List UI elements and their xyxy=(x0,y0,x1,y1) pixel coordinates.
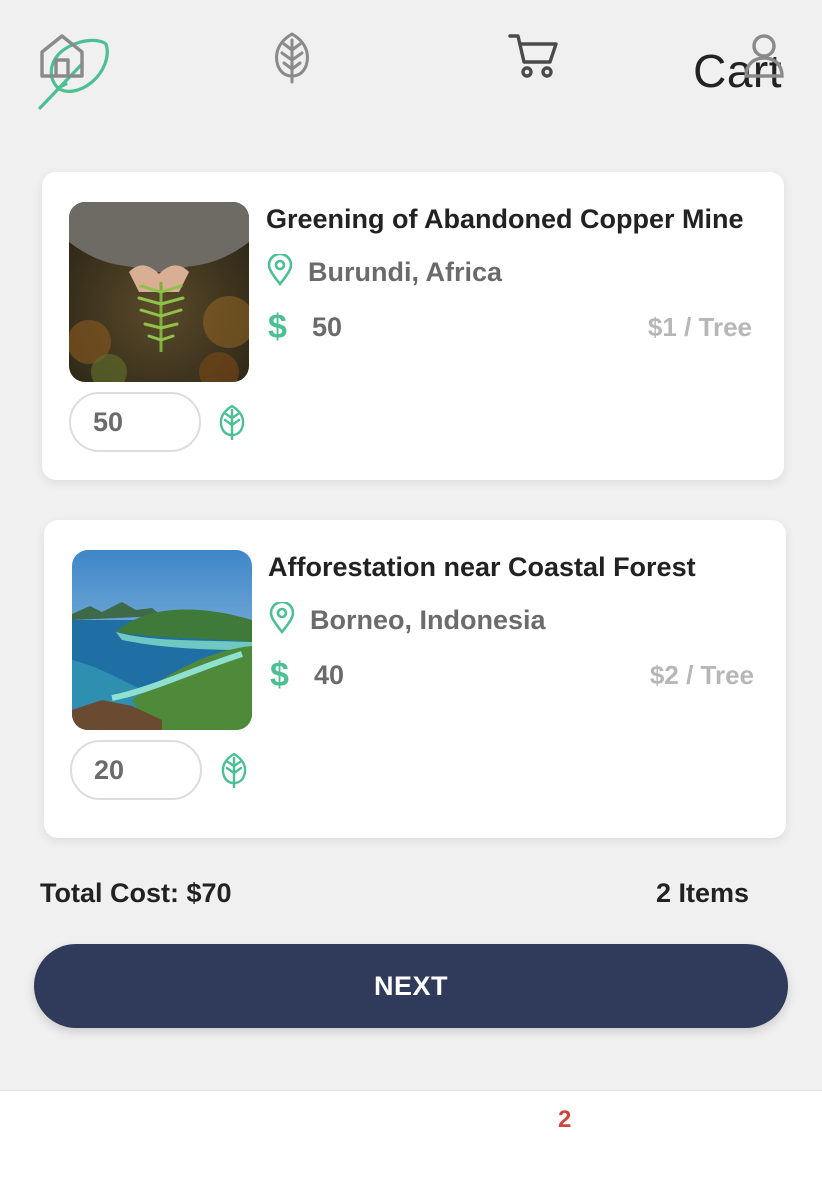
cart-screen: Cart Greening of Abandoned Copper Mine B… xyxy=(0,0,822,1198)
item-title: Afforestation near Coastal Forest xyxy=(268,552,696,582)
item-amount-row: $ 40 xyxy=(270,656,344,695)
item-location: Borneo, Indonesia xyxy=(310,605,546,635)
project-image xyxy=(69,202,249,382)
location-pin-icon xyxy=(266,252,294,291)
cart-item-card: Afforestation near Coastal Forest Borneo… xyxy=(44,520,786,838)
item-amount: 50 xyxy=(312,312,343,342)
dollar-icon: $ xyxy=(270,656,289,694)
item-amount: 40 xyxy=(314,660,345,690)
leaf-icon[interactable] xyxy=(218,752,250,789)
leaf-icon[interactable] xyxy=(264,28,320,84)
cart-icon[interactable] xyxy=(506,28,562,84)
cart-item-card: Greening of Abandoned Copper Mine Burund… xyxy=(42,172,784,480)
cart-badge: 2 xyxy=(558,1106,572,1133)
bottom-tab-bar xyxy=(0,1090,822,1198)
item-count: 2 Items xyxy=(655,878,749,908)
user-icon[interactable] xyxy=(736,28,792,84)
item-title: Greening of Abandoned Copper Mine xyxy=(266,204,744,234)
total-cost: Total Cost: $70 xyxy=(40,878,232,908)
dollar-icon: $ xyxy=(268,308,287,346)
project-image xyxy=(72,550,252,730)
location-pin-icon xyxy=(268,600,296,639)
quantity-input[interactable]: 20 xyxy=(70,740,202,800)
item-amount-row: $ 50 xyxy=(268,308,342,347)
item-rate: $2 / Tree xyxy=(649,660,754,690)
home-icon[interactable] xyxy=(34,28,90,84)
item-location-row: Borneo, Indonesia xyxy=(268,600,546,639)
item-location: Burundi, Africa xyxy=(308,257,503,287)
quantity-input[interactable]: 50 xyxy=(69,392,201,452)
item-location-row: Burundi, Africa xyxy=(266,252,503,291)
leaf-icon[interactable] xyxy=(216,404,248,441)
next-button[interactable]: NEXT xyxy=(34,944,788,1028)
item-rate: $1 / Tree xyxy=(647,312,752,342)
